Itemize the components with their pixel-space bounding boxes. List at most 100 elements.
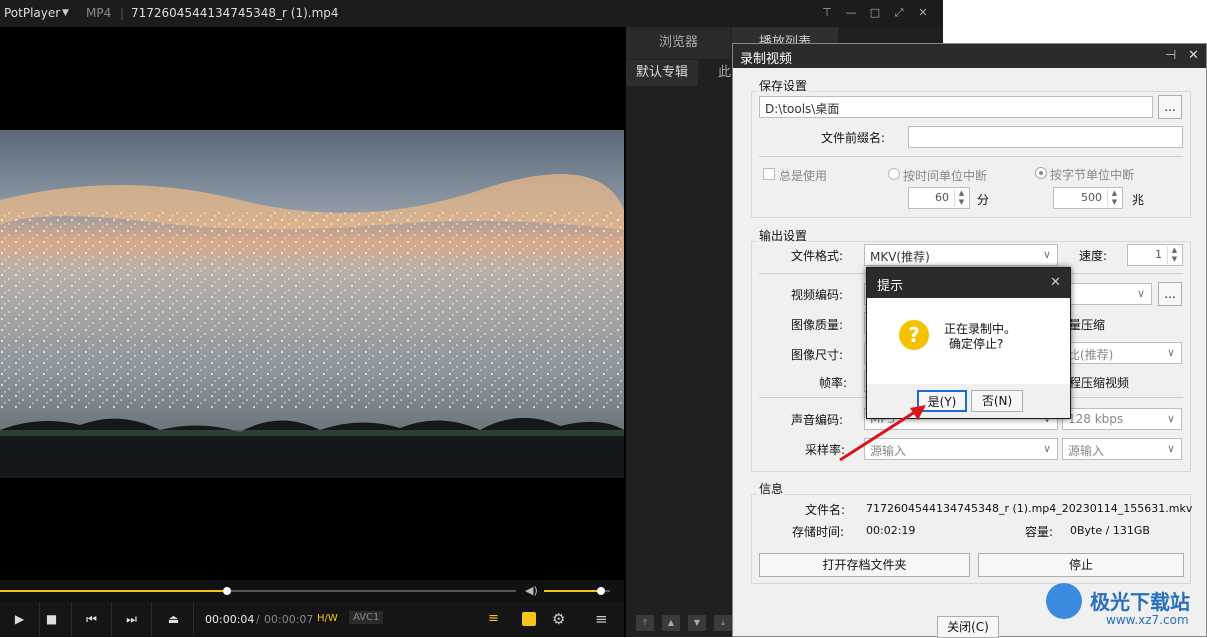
by-size-label: 按字节单位中断 [1050,168,1135,182]
stop-icon[interactable]: ■ [32,602,72,637]
volume-icon[interactable]: ◀) [525,584,538,597]
video-frame[interactable] [0,130,624,478]
move-up-icon[interactable]: ▲ [662,615,680,631]
video-codec-label: 视频编码: [791,288,844,302]
minutes-value: 60 [935,191,949,204]
seek-fill [0,590,228,592]
confirm-title-bar: 提示 ✕ [867,268,1070,298]
by-size-radio[interactable] [1035,167,1047,179]
confirm-dialog: 提示 ✕ ? 正在录制中。 确定停止? 是(Y) 否(N) [866,267,1071,419]
pin-icon[interactable]: ⊤ [818,4,836,22]
next-icon[interactable]: ⏭ [112,602,152,637]
seek-handle[interactable] [223,587,232,595]
speed-label: 速度: [1079,249,1108,263]
playlist-search-icon[interactable]: ≡ [488,611,499,626]
total-time: 00:00:07 [264,613,314,626]
confirm-message-line2: 确定停止? [949,337,1004,351]
settings-gear-icon[interactable]: ⚙ [552,610,565,628]
volume-handle[interactable] [596,587,605,595]
image-size-select[interactable]: 比(推荐) [1062,342,1182,364]
image-size-label: 图像尺寸: [791,348,844,362]
minimize-icon[interactable]: — [842,4,860,22]
menu-icon[interactable]: ≡ [595,610,608,628]
prefix-label: 文件前缀名: [821,131,886,145]
bitrate-select[interactable]: 128 kbps [1062,408,1182,430]
prefix-input[interactable] [908,126,1183,148]
minutes-unit: 分 [977,193,990,207]
filename-label: 文件名: [805,503,846,517]
capacity-label: 容量: [1025,525,1054,539]
channels-select[interactable]: 源输入 [1062,438,1182,460]
time-value: 00:02:19 [866,524,916,537]
watermark-name: 极光下载站 [1090,590,1190,614]
confirm-title: 提示 [877,279,904,294]
always-use-label: 总是使用 [779,169,828,183]
record-title-bar: 录制视频 ⊣ ✕ [733,44,1206,68]
filename-value: 7172604544134745348_r (1).mp4_20230114_1… [866,502,1193,515]
tab-browser[interactable]: 浏览器 [626,27,731,59]
browse-button[interactable]: ... [1158,95,1182,119]
previous-icon[interactable]: ⏮ [72,602,112,637]
save-path-input[interactable]: D:\tools\桌面 [759,96,1153,118]
no-button[interactable]: 否(N) [971,390,1023,412]
file-title: 7172604544134745348_r (1).mp4 [131,6,339,20]
time-separator: / [256,613,260,626]
stop-button[interactable]: 停止 [978,553,1184,577]
control-bar: ▶ ■ ⏮ ⏭ ⏏ 00:00:04 / 00:00:07 H/W AVC1 ≡… [0,602,624,637]
codec-badge[interactable]: AVC1 [349,611,384,624]
format-select[interactable]: MKV(推荐) [864,244,1058,266]
seek-area: ◀) [0,580,624,602]
pin-icon[interactable]: ⊣ [1165,48,1176,63]
record-title: 录制视频 [740,52,793,67]
capacity-value: 0Byte / 131GB [1070,524,1150,537]
video-image [0,130,624,478]
volume-fill [544,590,601,592]
red-arrow-annotation [839,405,926,462]
fps-label: 帧率: [819,376,848,390]
title-bar: PotPlayer ▼ MP4 | 7172604544134745348_r … [0,0,943,27]
minutes-spinner[interactable]: 60 ▲ ▼ [908,187,970,209]
speed-spinner[interactable]: 1 ▲ ▼ [1127,244,1183,266]
current-time: 00:00:04 [205,613,255,626]
save-settings-label: 保存设置 [757,77,810,94]
divider [759,156,1183,157]
always-use-checkbox[interactable] [763,168,775,180]
fps-option[interactable]: 程压缩视频 [1069,374,1129,391]
megabytes-value: 500 [1081,191,1102,204]
spinner-arrows-icon[interactable]: ▲ ▼ [1107,189,1121,207]
move-top-icon[interactable]: ⤒ [636,615,654,631]
video-codec-options-button[interactable]: ... [1158,282,1182,306]
fullscreen-icon[interactable]: ⤢ [890,4,908,22]
hw-badge[interactable]: H/W [317,613,338,624]
quality-option[interactable]: 量压缩 [1069,316,1105,333]
close-button[interactable]: 关闭(C) [937,616,999,638]
move-down-icon[interactable]: ▼ [688,615,706,631]
close-icon[interactable]: ✕ [1188,48,1199,63]
close-icon[interactable]: ✕ [914,4,932,22]
quality-label: 图像质量: [791,318,844,332]
watermark-url: www.xz7.com [1106,613,1189,627]
format-label: 文件格式: [791,249,844,263]
close-icon[interactable]: ✕ [1050,275,1061,290]
megabytes-spinner[interactable]: 500 ▲ ▼ [1053,187,1123,209]
by-time-label: 按时间单位中断 [903,169,988,183]
info-label: 信息 [757,480,786,497]
open-folder-button[interactable]: 打开存档文件夹 [759,553,970,577]
chevron-down-icon[interactable]: ▼ [62,8,69,18]
speed-value: 1 [1155,248,1162,261]
spinner-arrows-icon[interactable]: ▲ ▼ [1167,246,1181,264]
subtitle-icon[interactable] [522,612,536,626]
move-bottom-icon[interactable]: ⤓ [714,615,732,631]
question-icon: ? [899,320,929,350]
divider: | [120,6,125,20]
app-menu[interactable]: PotPlayer [4,6,60,20]
eject-icon[interactable]: ⏏ [154,602,194,637]
watermark-logo [1046,583,1082,619]
maximize-icon[interactable]: □ [866,4,884,22]
format-label: MP4 [86,6,112,20]
spinner-arrows-icon[interactable]: ▲ ▼ [954,189,968,207]
tab-default-album[interactable]: 默认专辑 [626,60,698,86]
by-time-radio[interactable] [888,168,900,180]
time-label: 存储时间: [792,525,845,539]
megabytes-unit: 兆 [1132,193,1145,207]
